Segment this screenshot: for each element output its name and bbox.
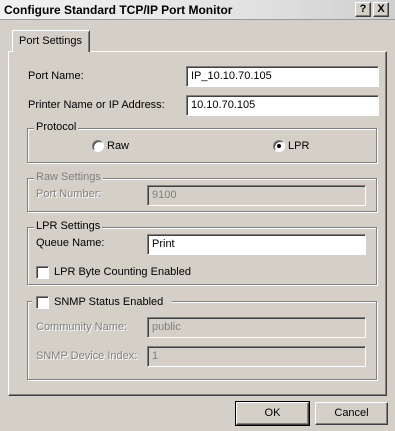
raw-radio[interactable] [92,140,104,152]
port-number-label: Port Number: [36,188,102,200]
community-name-label: Community Name: [36,321,128,333]
snmp-group [27,301,377,380]
port-name-input[interactable]: IP_10.10.70.105 [186,66,379,87]
window-title: Configure Standard TCP/IP Port Monitor [4,3,233,17]
raw-settings-title: Raw Settings [34,171,103,183]
protocol-group-title: Protocol [34,121,79,133]
queue-name-label: Queue Name: [36,237,105,249]
ok-button[interactable]: OK [235,401,310,426]
lpr-settings-title: LPR Settings [34,220,103,232]
snmp-status-label[interactable]: SNMP Status Enabled [54,296,163,308]
community-name-input[interactable]: public [147,317,366,338]
snmp-device-index-input[interactable]: 1 [147,346,366,367]
port-name-label: Port Name: [28,70,84,82]
close-button[interactable]: X [373,2,389,17]
help-button[interactable]: ? [355,2,371,17]
title-bar: Configure Standard TCP/IP Port Monitor ?… [0,0,395,20]
tab-port-settings-label: Port Settings [19,35,82,47]
snmp-status-checkbox[interactable] [36,296,49,309]
cancel-button[interactable]: Cancel [315,402,388,425]
raw-radio-label[interactable]: Raw [107,140,129,152]
queue-name-input[interactable]: Print [147,234,366,255]
printer-address-input[interactable]: 10.10.70.105 [186,95,379,116]
lpr-radio[interactable] [273,140,285,152]
lpr-byte-counting-label[interactable]: LPR Byte Counting Enabled [54,266,191,278]
tab-port-settings[interactable]: Port Settings [12,30,90,52]
port-number-input[interactable]: 9100 [147,185,366,206]
snmp-device-index-label: SNMP Device Index: [36,350,138,362]
lpr-radio-selected-dot [277,144,281,148]
protocol-group [27,128,377,163]
printer-address-label: Printer Name or IP Address: [28,99,165,111]
lpr-radio-label[interactable]: LPR [288,140,309,152]
lpr-byte-counting-checkbox[interactable] [36,266,49,279]
